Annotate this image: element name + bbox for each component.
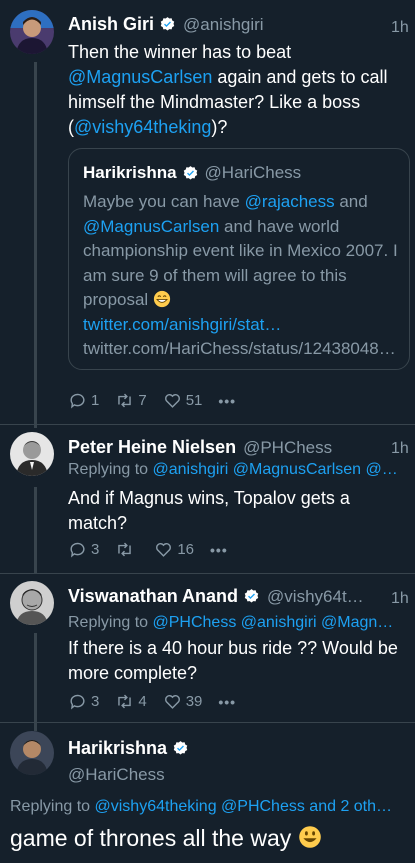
retweet-icon [118, 542, 132, 557]
like-count: 39 [185, 693, 203, 710]
source-link[interactable]: twitter.com/HariChess/status/12438048… [83, 339, 396, 358]
avatar[interactable] [10, 731, 54, 775]
reply-button[interactable]: 3 [68, 692, 99, 711]
retweet-button[interactable]: 4 [115, 692, 147, 711]
quoted-tweet-text: Maybe you can have @rajachess and @Magnu… [83, 190, 403, 362]
text-segment: Then the winner has to beat [68, 42, 292, 62]
verified-badge-icon [183, 165, 197, 180]
heart-icon [156, 543, 172, 557]
avatar[interactable] [10, 581, 54, 625]
replying-to-label: Replying to [68, 461, 153, 478]
reply-icon [70, 542, 85, 558]
tweet-text: And if Magnus wins, Topalov gets a match… [68, 488, 350, 533]
replying-to-label: Replying to [10, 798, 95, 815]
avatar-image [10, 581, 54, 625]
verified-badge-icon [244, 589, 259, 603]
display-name[interactable]: Peter Heine Nielsen [68, 437, 236, 458]
replying-to-mentions[interactable]: @PHChess @anishgiri @Magn… [153, 614, 394, 631]
handle[interactable]: @PHChess [243, 438, 332, 458]
replying-to-mentions[interactable]: @anishgiri @MagnusCarlsen @… [153, 461, 398, 478]
retweet-count: 7 [138, 392, 147, 409]
timestamp[interactable]: 1h [391, 19, 409, 37]
like-count: 51 [185, 392, 203, 409]
replying-to-line: Replying to @anishgiri @MagnusCarlsen @… [68, 461, 410, 479]
reply-button[interactable]: 1 [68, 391, 99, 410]
timestamp[interactable]: 1h [391, 440, 409, 458]
shortened-link[interactable]: twitter.com/anishgiri/stat… [83, 315, 281, 334]
text-segment: game of thrones all the way [10, 825, 298, 851]
retweet-count: 4 [138, 693, 147, 710]
thread-connector-line [34, 62, 37, 428]
divider [0, 573, 415, 574]
mention-link[interactable]: @MagnusCarlsen [83, 217, 219, 236]
like-button[interactable]: 16 [154, 540, 194, 559]
replying-to-mentions[interactable]: @vishy64theking @PHChess and 2 oth… [95, 798, 393, 815]
avatar-image [10, 432, 54, 476]
text-segment: and [334, 192, 368, 211]
grinning-face-emoji-icon [153, 290, 171, 308]
text-segment: Maybe you can have [83, 192, 245, 211]
tweet-text: If there is a 40 hour bus ride ?? Would … [68, 638, 398, 683]
reply-count: 3 [91, 693, 100, 710]
retweet-button[interactable] [115, 540, 138, 559]
avatar[interactable] [10, 432, 54, 476]
heart-icon [164, 695, 180, 709]
handle[interactable]: @vishy64t… [267, 587, 364, 607]
verified-badge-icon [173, 741, 188, 755]
reply-count: 3 [91, 541, 100, 558]
display-name[interactable]: Anish Giri [68, 14, 154, 35]
tweet-text: game of thrones all the way [10, 822, 410, 854]
smiling-face-emoji-icon [298, 826, 321, 848]
reply-count: 1 [91, 392, 100, 409]
more-options-icon[interactable]: ••• [210, 542, 228, 558]
reply-icon [70, 694, 85, 710]
retweet-button[interactable]: 7 [115, 391, 147, 410]
reply-button[interactable]: 3 [68, 540, 99, 559]
handle[interactable]: @anishgiri [183, 15, 264, 35]
more-options-icon[interactable]: ••• [218, 393, 236, 409]
display-name[interactable]: Viswanathan Anand [68, 586, 238, 607]
quoted-handle: @HariChess [204, 163, 302, 182]
replying-to-line: Replying to @vishy64theking @PHChess and… [10, 798, 410, 816]
divider [0, 424, 415, 425]
text-segment: )? [211, 117, 228, 137]
retweet-icon [118, 694, 132, 709]
mention-link[interactable]: @MagnusCarlsen [68, 67, 212, 87]
verified-badge-icon [160, 17, 175, 31]
avatar-image [10, 731, 54, 775]
like-button[interactable]: 39 [163, 692, 203, 711]
timestamp[interactable]: 1h [391, 590, 409, 608]
more-options-icon[interactable]: ••• [218, 694, 236, 710]
thread-connector-line [34, 633, 37, 731]
display-name[interactable]: Harikrishna [68, 738, 167, 759]
mention-link[interactable]: @rajachess [245, 192, 335, 211]
quoted-display-name: Harikrishna [83, 163, 177, 182]
avatar-image [10, 10, 54, 54]
handle[interactable]: @HariChess [68, 765, 165, 785]
divider [0, 722, 415, 723]
retweet-icon [118, 393, 132, 408]
replying-to-label: Replying to [68, 614, 153, 631]
mention-link[interactable]: @vishy64theking [74, 117, 211, 137]
heart-icon [164, 394, 180, 408]
avatar[interactable] [10, 10, 54, 54]
like-count: 16 [177, 541, 195, 558]
thread-connector-line [34, 487, 37, 573]
replying-to-line: Replying to @PHChess @anishgiri @Magn… [68, 614, 410, 632]
reply-icon [70, 393, 85, 409]
quoted-tweet-card[interactable]: Harikrishna @HariChess Maybe you can hav… [68, 148, 410, 370]
like-button[interactable]: 51 [163, 391, 203, 410]
tweet-text: Then the winner has to beat @MagnusCarls… [68, 40, 408, 140]
